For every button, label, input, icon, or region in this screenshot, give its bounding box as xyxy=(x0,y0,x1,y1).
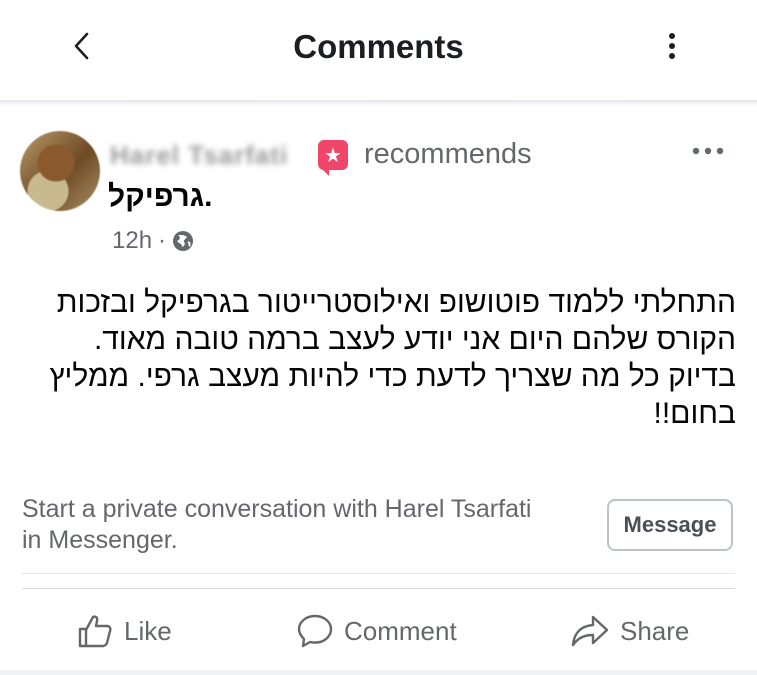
comment-button[interactable]: Comment xyxy=(296,605,457,657)
comment-label: Comment xyxy=(344,615,457,646)
meta-separator: · xyxy=(158,227,167,254)
divider xyxy=(22,573,735,574)
post-meta: 12h · xyxy=(112,226,194,256)
share-arrow-icon xyxy=(571,615,609,647)
star-icon: ★ xyxy=(324,144,342,167)
like-label: Like xyxy=(124,615,172,646)
share-button[interactable]: Share xyxy=(570,605,689,657)
header-divider xyxy=(0,100,757,106)
top-bar: Comments xyxy=(0,0,757,100)
recommendation-badge: ★ xyxy=(318,140,348,176)
share-label: Share xyxy=(620,615,690,646)
page-title: Comments xyxy=(293,28,464,65)
more-options-button[interactable] xyxy=(652,26,692,66)
like-button[interactable]: Like xyxy=(76,605,172,657)
private-conversation-text: Start a private conversation with Harel … xyxy=(22,495,532,554)
post-body: התחלתי ללמוד פוטושופ ואילוסטרייטור בגרפי… xyxy=(49,286,736,430)
recommends-label: recommends xyxy=(364,138,532,170)
vertical-dots-icon xyxy=(669,33,675,59)
thumbs-up-icon xyxy=(78,615,112,648)
page-tag-link[interactable]: גרפיקל. xyxy=(108,180,212,214)
timestamp[interactable]: 12h xyxy=(112,227,152,255)
divider xyxy=(22,588,735,589)
horizontal-dots-icon xyxy=(692,147,724,155)
post-options-button[interactable] xyxy=(688,136,728,166)
globe-icon xyxy=(173,231,194,251)
author-name[interactable]: Harel Tsarfati xyxy=(110,140,310,168)
feed-separator xyxy=(0,670,757,675)
message-button[interactable]: Message xyxy=(607,499,733,551)
avatar[interactable] xyxy=(20,131,100,211)
comment-bubble-icon xyxy=(297,614,333,648)
